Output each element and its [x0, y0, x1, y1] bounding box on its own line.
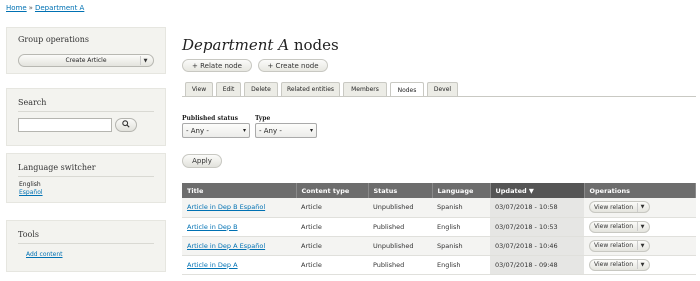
view-relation-label: View relation — [594, 203, 634, 211]
updated-cell: 03/07/2018 - 09:48 — [490, 255, 584, 275]
breadcrumb-current-link[interactable]: Department A — [35, 4, 84, 12]
language-switcher-block: Language switcher English Español — [6, 153, 166, 203]
group-operations-block: Group operations Create Article ▼ — [6, 27, 166, 74]
page-title: Department A nodes — [182, 36, 339, 54]
tab-view[interactable]: View — [185, 82, 213, 96]
tab-delete[interactable]: Delete — [244, 82, 278, 96]
table-header-row: Title Content type Status Language Updat… — [182, 183, 696, 198]
view-relation-button[interactable]: View relation ▼ — [589, 201, 651, 214]
chevron-down-icon: ▾ — [242, 127, 246, 134]
apply-button[interactable]: Apply — [182, 154, 222, 168]
updated-cell: 03/07/2018 - 10:58 — [490, 198, 584, 218]
group-operations-select-value: Create Article — [65, 57, 107, 64]
group-operations-title: Group operations — [18, 35, 89, 44]
breadcrumb: Home» Department A — [6, 4, 84, 12]
column-header-language[interactable]: Language — [432, 183, 491, 198]
view-relation-button[interactable]: View relation ▼ — [589, 258, 651, 271]
tab-nodes[interactable]: Nodes — [390, 82, 424, 97]
type-label: Type — [255, 115, 271, 122]
published-status-value: - Any - — [186, 126, 209, 135]
language-cell: English — [432, 255, 490, 275]
language-switcher-divider — [18, 176, 154, 177]
breadcrumb-separator: » — [28, 4, 33, 12]
page-title-group: Department A — [182, 36, 290, 54]
view-relation-label: View relation — [594, 242, 634, 249]
status-cell: Unpublished — [368, 198, 432, 218]
group-operations-select[interactable]: Create Article ▼ — [18, 54, 154, 67]
tab-edit[interactable]: Edit — [216, 82, 241, 96]
node-title-link[interactable]: Article in Dep A — [187, 261, 238, 269]
language-cell: Spanish — [432, 236, 490, 256]
tabs-divider — [182, 96, 696, 97]
published-status-select[interactable]: - Any - ▾ — [182, 123, 250, 138]
nodes-table: Title Content type Status Language Updat… — [182, 183, 696, 275]
search-divider — [18, 111, 154, 112]
table-row: Article in Dep A Article Published Engli… — [182, 255, 696, 275]
search-button[interactable] — [115, 118, 137, 132]
column-header-content-type[interactable]: Content type — [296, 183, 369, 198]
table-row: Article in Dep B Article Published Engli… — [182, 217, 696, 237]
column-header-operations: Operations — [584, 183, 696, 198]
node-title-link[interactable]: Article in Dep B — [187, 223, 238, 231]
view-relation-label: View relation — [594, 223, 634, 230]
view-relation-label: View relation — [594, 261, 634, 268]
published-status-label: Published status — [182, 115, 239, 122]
updated-cell: 03/07/2018 - 10:53 — [490, 217, 584, 237]
search-title: Search — [18, 98, 47, 107]
content-type-cell: Article — [296, 236, 368, 256]
search-icon — [122, 120, 130, 130]
search-input[interactable] — [18, 118, 112, 132]
breadcrumb-home-link[interactable]: Home — [6, 4, 27, 12]
column-header-title[interactable]: Title — [182, 183, 297, 198]
chevron-down-icon: ▾ — [309, 127, 313, 134]
node-title-link[interactable]: Article in Dep B Español — [187, 203, 265, 211]
page-title-suffix: nodes — [289, 36, 339, 54]
create-node-button[interactable]: + Create node — [258, 59, 328, 72]
chevron-down-icon[interactable]: ▼ — [637, 202, 647, 212]
tab-devel[interactable]: Devel — [427, 82, 458, 96]
tools-block: Tools Add content — [6, 220, 166, 272]
content-type-cell: Article — [296, 198, 368, 218]
relate-node-button[interactable]: + Relate node — [182, 59, 252, 72]
status-cell: Published — [368, 217, 432, 237]
chevron-down-icon[interactable]: ▼ — [637, 241, 647, 250]
language-cell: English — [432, 217, 490, 237]
updated-cell: 03/07/2018 - 10:46 — [490, 236, 584, 256]
table-row: Article in Dep A Español Article Unpubli… — [182, 236, 696, 256]
language-item-english[interactable]: English — [19, 181, 41, 188]
language-switcher-title: Language switcher — [18, 163, 96, 172]
status-cell: Published — [368, 255, 432, 275]
view-relation-button[interactable]: View relation ▼ — [589, 239, 651, 252]
node-title-link[interactable]: Article in Dep A Español — [187, 242, 265, 250]
table-row: Article in Dep B Español Article Unpubli… — [182, 198, 696, 218]
tools-title: Tools — [18, 230, 40, 239]
add-content-link[interactable]: Add content — [26, 251, 63, 258]
column-header-status[interactable]: Status — [368, 183, 433, 198]
content-type-cell: Article — [296, 255, 368, 275]
search-block: Search — [6, 88, 166, 146]
view-relation-button[interactable]: View relation ▼ — [589, 220, 651, 233]
chevron-down-icon[interactable]: ▼ — [637, 260, 647, 269]
chevron-down-icon[interactable]: ▼ — [637, 222, 647, 231]
type-select[interactable]: - Any - ▾ — [255, 123, 317, 138]
content-type-cell: Article — [296, 217, 368, 237]
language-item-espanol[interactable]: Español — [19, 189, 43, 196]
column-header-updated[interactable]: Updated ▼ — [490, 183, 585, 198]
type-value: - Any - — [259, 126, 282, 135]
tab-related-entities[interactable]: Related entities — [281, 82, 340, 96]
status-cell: Unpublished — [368, 236, 432, 256]
tools-divider — [18, 243, 154, 244]
tab-members[interactable]: Members — [343, 82, 387, 96]
chevron-down-icon: ▼ — [140, 56, 150, 65]
language-cell: Spanish — [432, 198, 490, 218]
